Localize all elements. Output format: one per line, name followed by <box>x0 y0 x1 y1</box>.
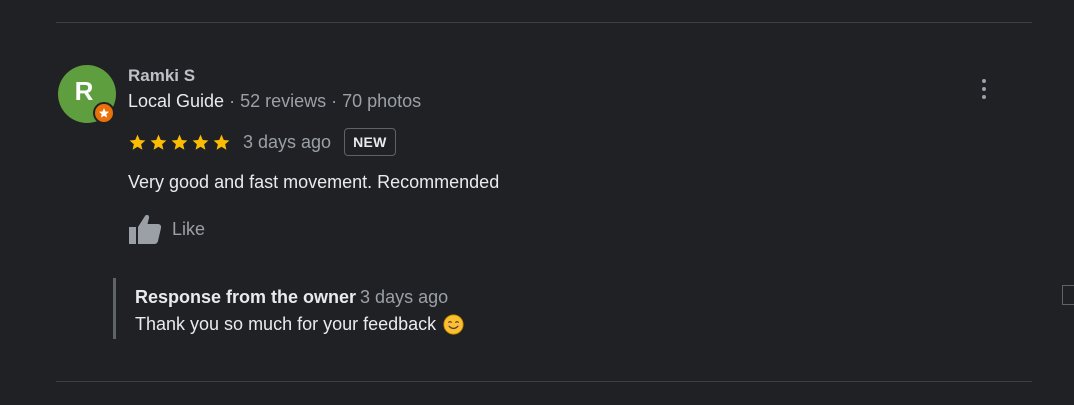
reviewer-meta: Local Guide · 52 reviews · 70 photos <box>128 91 421 112</box>
more-vert-icon-dot <box>982 95 986 99</box>
review-text: Very good and fast movement. Recommended <box>128 172 500 192</box>
star-icon <box>192 134 209 150</box>
owner-response-date: 3 days ago <box>360 287 449 307</box>
owner-response-text-row: Thank you so much for your feedback <box>135 314 464 335</box>
more-options-button[interactable] <box>974 77 994 101</box>
new-badge: NEW <box>344 128 396 156</box>
more-vert-icon-dot <box>982 87 986 91</box>
star-icon <box>150 134 167 150</box>
top-divider <box>56 22 1032 23</box>
star-rating <box>128 133 231 152</box>
owner-response: Response from the owner 3 days ago Thank … <box>113 278 464 339</box>
review-date: 3 days ago <box>243 131 332 152</box>
bottom-divider <box>56 381 1032 382</box>
more-vert-icon-dot <box>982 79 986 83</box>
owner-response-text: Thank you so much for your feedback <box>135 314 437 334</box>
owner-response-header: Response from the owner 3 days ago <box>135 287 448 308</box>
star-icon <box>213 134 230 150</box>
smiling-face-icon <box>443 314 464 335</box>
like-button[interactable]: Like <box>128 213 205 245</box>
star-icon <box>171 134 188 150</box>
local-guide-label: Local Guide <box>128 91 225 111</box>
avatar-letter: R <box>74 75 94 106</box>
owner-response-title: Response from the owner <box>135 287 357 307</box>
like-label: Like <box>172 218 206 239</box>
reviewer-stats: · 52 reviews · 70 photos <box>224 91 422 111</box>
thumb-up-icon <box>129 214 162 244</box>
star-icon <box>129 134 146 150</box>
reviewer-name[interactable]: Ramki S <box>128 66 195 86</box>
rating-row: 3 days ago NEW <box>128 127 396 157</box>
local-guide-badge-icon <box>93 102 115 124</box>
side-scroll-handle[interactable] <box>1062 285 1074 305</box>
